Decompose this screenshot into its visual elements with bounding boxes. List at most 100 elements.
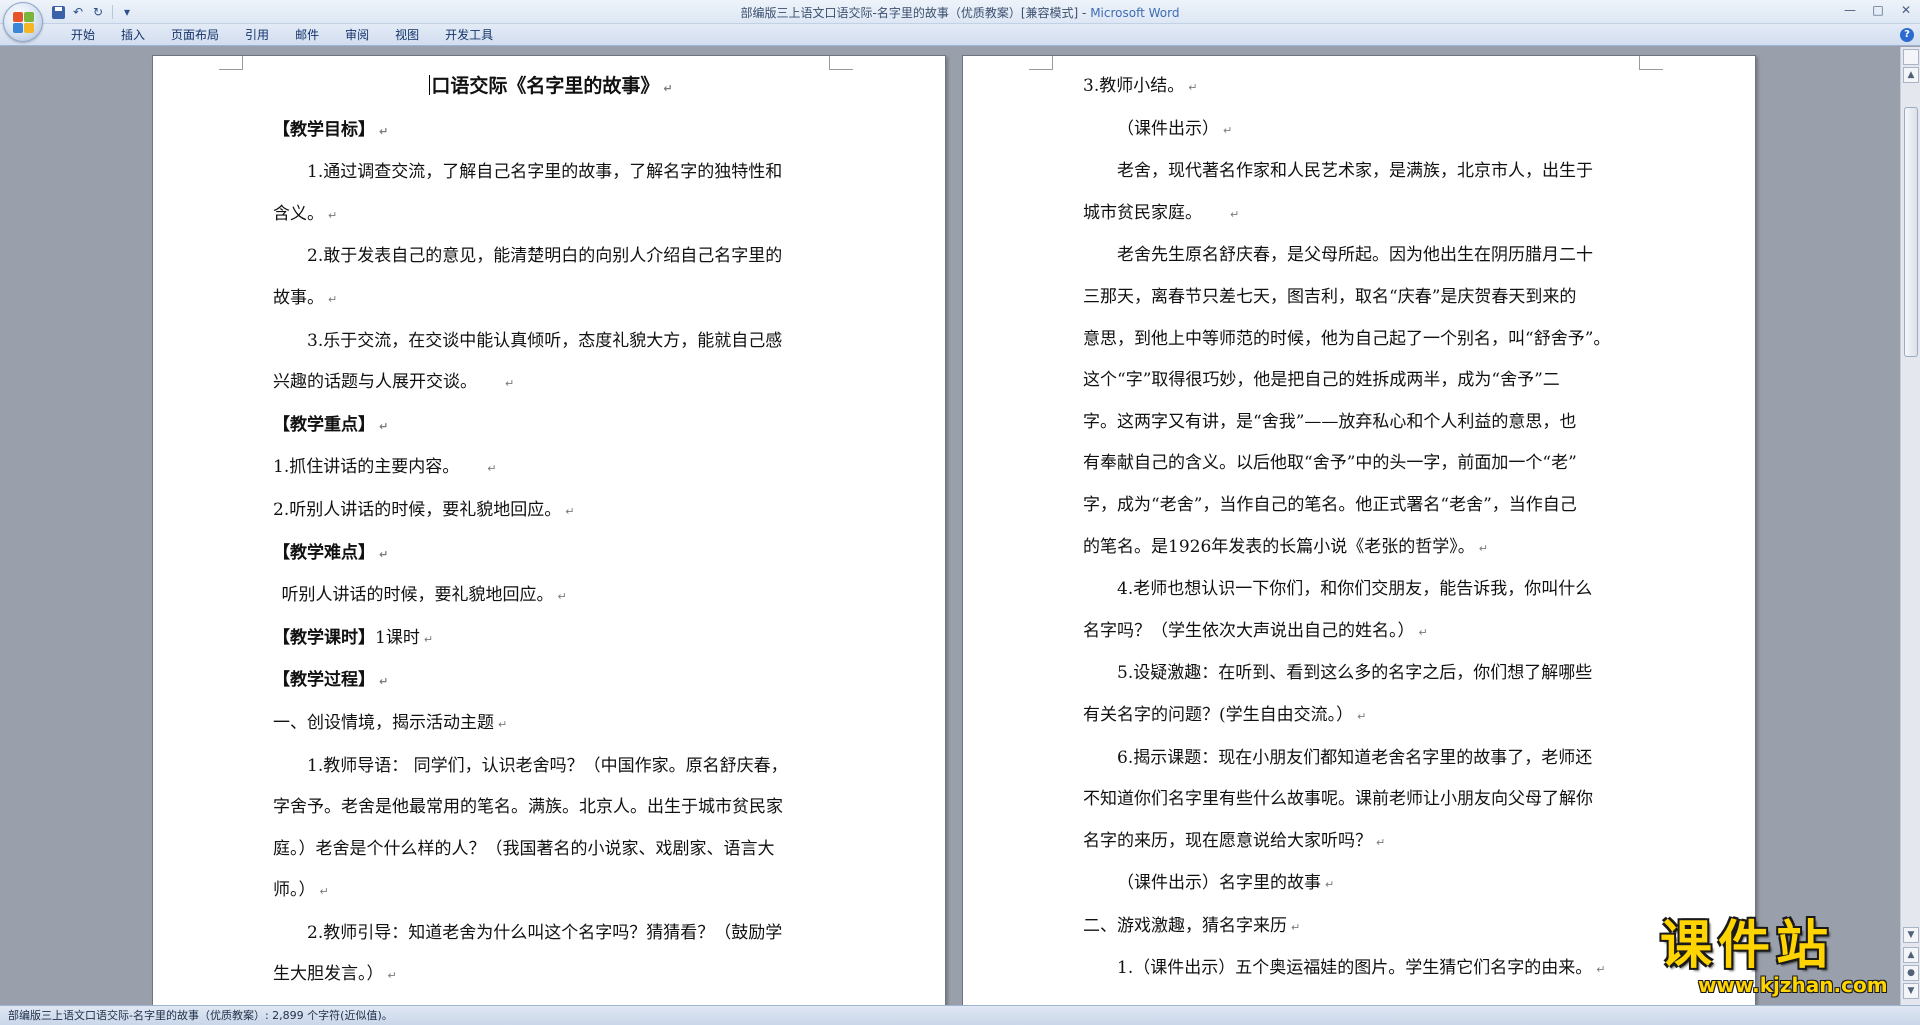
ribbon-tabs: 开始 插入 页面布局 引用 邮件 审阅 视图 开发工具 xyxy=(58,24,506,46)
body-line: （课件出示）名字里的故事 ↵ xyxy=(1083,863,1639,906)
scroll-thumb[interactable] xyxy=(1904,107,1918,357)
vertical-scrollbar[interactable]: ▲ ▼ ▲ ● ▼ xyxy=(1900,47,1920,1005)
body-line: 5.设疑激趣：在听到、看到这么多的名字之后，你们想了解哪些 xyxy=(1117,663,1593,684)
line-text: （课件出示）名字里的故事 xyxy=(1117,873,1321,894)
previous-page-icon[interactable]: ▲ xyxy=(1903,947,1919,963)
paragraph-mark: ↵ xyxy=(1596,963,1606,977)
paragraph-mark: ↵ xyxy=(379,419,389,433)
section-heading: 【教学难点】 ↵ xyxy=(273,533,829,576)
section-heading: 【教学过程】 ↵ xyxy=(273,660,829,703)
body-line: 含义。 ↵ xyxy=(273,194,829,237)
paragraph-mark: ↵ xyxy=(487,462,497,476)
line-text: 的笔名。是1926年发表的长篇小说《老张的哲学》。 xyxy=(1083,536,1475,557)
heading-text: 【教学课时】 xyxy=(273,627,375,648)
paragraph-mark: ↵ xyxy=(498,717,508,731)
body-line: 1.（课件出示）五个奥运福娃的图片。学生猜它们名字的由来。 ↵ xyxy=(1083,948,1639,991)
heading-text: 【教学重点】 xyxy=(273,414,375,435)
paragraph-mark: ↵ xyxy=(379,547,389,561)
line-text: 1.（课件出示）五个奥运福娃的图片。学生猜它们名字的由来。 xyxy=(1117,958,1593,979)
body-line: 这个“字”取得很巧妙，他是把自己的姓拆成两半，成为“舍予”二 xyxy=(1083,370,1560,391)
body-line: 二、游戏激趣，猜名字来历 ↵ xyxy=(1083,906,1639,949)
ribbon-tab-bar: 开始 插入 页面布局 引用 邮件 审阅 视图 开发工具 ? xyxy=(0,24,1920,46)
scroll-down-icon[interactable]: ▼ xyxy=(1903,927,1919,943)
ruler-toggle-icon[interactable] xyxy=(1903,49,1919,65)
line-text: 故事。 xyxy=(273,287,324,308)
body-line: 的笔名。是1926年发表的长篇小说《老张的哲学》。 ↵ xyxy=(1083,527,1639,570)
document-page-left[interactable]: 口语交际《名字里的故事》 ↵ 【教学目标】 ↵ 1.通过调查交流，了解自己名字里的故… xyxy=(152,55,946,1005)
paragraph-mark: ↵ xyxy=(1478,541,1488,555)
body-line: 听别人讲话的时候，要礼貌地回应。 ↵ xyxy=(273,575,829,618)
paragraph-mark: ↵ xyxy=(1418,625,1428,639)
app-name: Microsoft Word xyxy=(1090,6,1180,20)
document-page-right[interactable]: 3.教师小结。 ↵ （课件出示） ↵ 老舍，现代著名作家和人民艺术家，是满族，北京市… xyxy=(962,55,1756,1005)
help-icon[interactable]: ? xyxy=(1900,28,1914,42)
select-browse-object-icon[interactable]: ● xyxy=(1903,965,1919,981)
tab-view[interactable]: 视图 xyxy=(382,24,432,46)
close-button[interactable]: ✕ xyxy=(1892,0,1920,20)
tab-home[interactable]: 开始 xyxy=(58,24,108,46)
page-content: 3.教师小结。 ↵ （课件出示） ↵ 老舍，现代著名作家和人民艺术家，是满族，北京市… xyxy=(1083,66,1639,991)
body-line: 名字的来历，现在愿意说给大家听吗？ ↵ xyxy=(1083,821,1639,864)
line-text: 一、创设情境，揭示活动主题 xyxy=(273,712,494,733)
crop-mark xyxy=(219,56,243,70)
paragraph-mark: ↵ xyxy=(1223,123,1233,137)
tab-review[interactable]: 审阅 xyxy=(332,24,382,46)
paragraph-mark: ↵ xyxy=(423,632,434,646)
title-text: 口语交际《名字里的故事》 xyxy=(431,75,660,97)
paragraph-mark: ↵ xyxy=(663,82,673,95)
body-line: 老舍先生原名舒庆春，是父母所起。因为他出生在阴历腊月二十 xyxy=(1117,245,1593,266)
body-line: 2.听别人讲话的时候，要礼貌地回应。 ↵ xyxy=(273,490,829,533)
paragraph-mark: ↵ xyxy=(1325,878,1335,892)
tab-developer[interactable]: 开发工具 xyxy=(432,24,506,46)
tab-insert[interactable]: 插入 xyxy=(108,24,158,46)
crop-mark xyxy=(829,56,853,70)
body-line: 故事。 ↵ xyxy=(273,278,829,321)
minimize-button[interactable]: — xyxy=(1836,0,1864,20)
body-line: 有奉献自己的含义。以后他取“舍予”中的头一字，前面加一个“老” xyxy=(1083,453,1577,474)
paragraph-mark: ↵ xyxy=(319,885,329,899)
status-bar: 部编版三上语文口语交际-名字里的故事（优质教案）: 2,899 个字符(近似值)… xyxy=(0,1005,1920,1025)
tab-references[interactable]: 引用 xyxy=(232,24,282,46)
line-text: 兴趣的话题与人展开交谈。 xyxy=(273,372,477,393)
body-line: 师。） ↵ xyxy=(273,870,829,913)
body-line: 老舍，现代著名作家和人民艺术家，是满族，北京市人，出生于 xyxy=(1117,161,1593,182)
body-line: 6.揭示课题：现在小朋友们都知道老舍名字里的故事了，老师还 xyxy=(1117,747,1593,768)
line-text: 二、游戏激趣，猜名字来历 xyxy=(1083,915,1287,936)
tab-mailings[interactable]: 邮件 xyxy=(282,24,332,46)
crop-mark xyxy=(1029,56,1053,70)
line-text: 城市贫民家庭。 xyxy=(1083,202,1202,223)
paragraph-mark: ↵ xyxy=(1188,81,1198,94)
paragraph-mark: ↵ xyxy=(387,969,397,983)
document-workspace[interactable]: 口语交际《名字里的故事》 ↵ 【教学目标】 ↵ 1.通过调查交流，了解自己名字里的故… xyxy=(0,47,1900,1005)
line-text: （课件出示） xyxy=(1117,118,1219,139)
line-text: 2.听别人讲话的时候，要礼貌地回应。 xyxy=(273,499,562,520)
window-controls: — □ ✕ xyxy=(1836,0,1920,22)
next-page-icon[interactable]: ▼ xyxy=(1903,983,1919,999)
body-line: 4.老师也想认识一下你们，和你们交朋友，能告诉我，你叫什么 xyxy=(1117,579,1593,600)
line-text: 1课时 xyxy=(375,627,420,648)
body-line: 1.教师导语： 同学们，认识老舍吗？（中国作家。原名舒庆春， xyxy=(307,755,788,776)
tab-page-layout[interactable]: 页面布局 xyxy=(158,24,232,46)
body-line: 不知道你们名字里有些什么故事呢。课前老师让小朋友向父母了解你 xyxy=(1083,789,1593,810)
document-name: 部编版三上语文口语交际-名字里的故事（优质教案）[兼容模式] - xyxy=(740,6,1087,20)
crop-mark xyxy=(1639,56,1663,70)
document-title: 口语交际《名字里的故事》 ↵ xyxy=(273,66,829,110)
body-line: 字。这两字又有讲，是“舍我”——放弃私心和个人利益的意思，也 xyxy=(1083,411,1577,432)
paragraph-mark: ↵ xyxy=(1291,920,1301,934)
heading-text: 【教学过程】 xyxy=(273,670,375,691)
line-text: 3.教师小结。 xyxy=(1083,76,1185,96)
office-logo-icon xyxy=(13,12,35,34)
body-line: 名字吗？（学生依次大声说出自己的姓名。） ↵ xyxy=(1083,611,1639,654)
section-heading: 【教学课时】1课时 ↵ xyxy=(273,618,829,661)
title-bar: ↶ ↻ ▾ 部编版三上语文口语交际-名字里的故事（优质教案）[兼容模式] - M… xyxy=(0,0,1920,24)
line-text: 名字吗？（学生依次大声说出自己的姓名。） xyxy=(1083,620,1415,641)
body-line: 字，成为“老舍”，当作自己的笔名。他正式署名“老舍”，当作自己 xyxy=(1083,494,1577,515)
scroll-up-icon[interactable]: ▲ xyxy=(1903,67,1919,83)
body-line: 3.乐于交流，在交谈中能认真倾听，态度礼貌大方，能就自己感 xyxy=(307,330,783,351)
office-button[interactable] xyxy=(3,2,43,42)
section-heading: 【教学目标】 ↵ xyxy=(273,110,829,153)
watermark-logo: 课件站 www.kjzhan.com xyxy=(1660,918,1900,1002)
maximize-button[interactable]: □ xyxy=(1864,0,1892,20)
heading-text: 【教学难点】 xyxy=(273,542,375,563)
body-line: 意思，到他上中等师范的时候，他为自己起了一个别名，叫“舒舍予”。 xyxy=(1083,328,1611,349)
